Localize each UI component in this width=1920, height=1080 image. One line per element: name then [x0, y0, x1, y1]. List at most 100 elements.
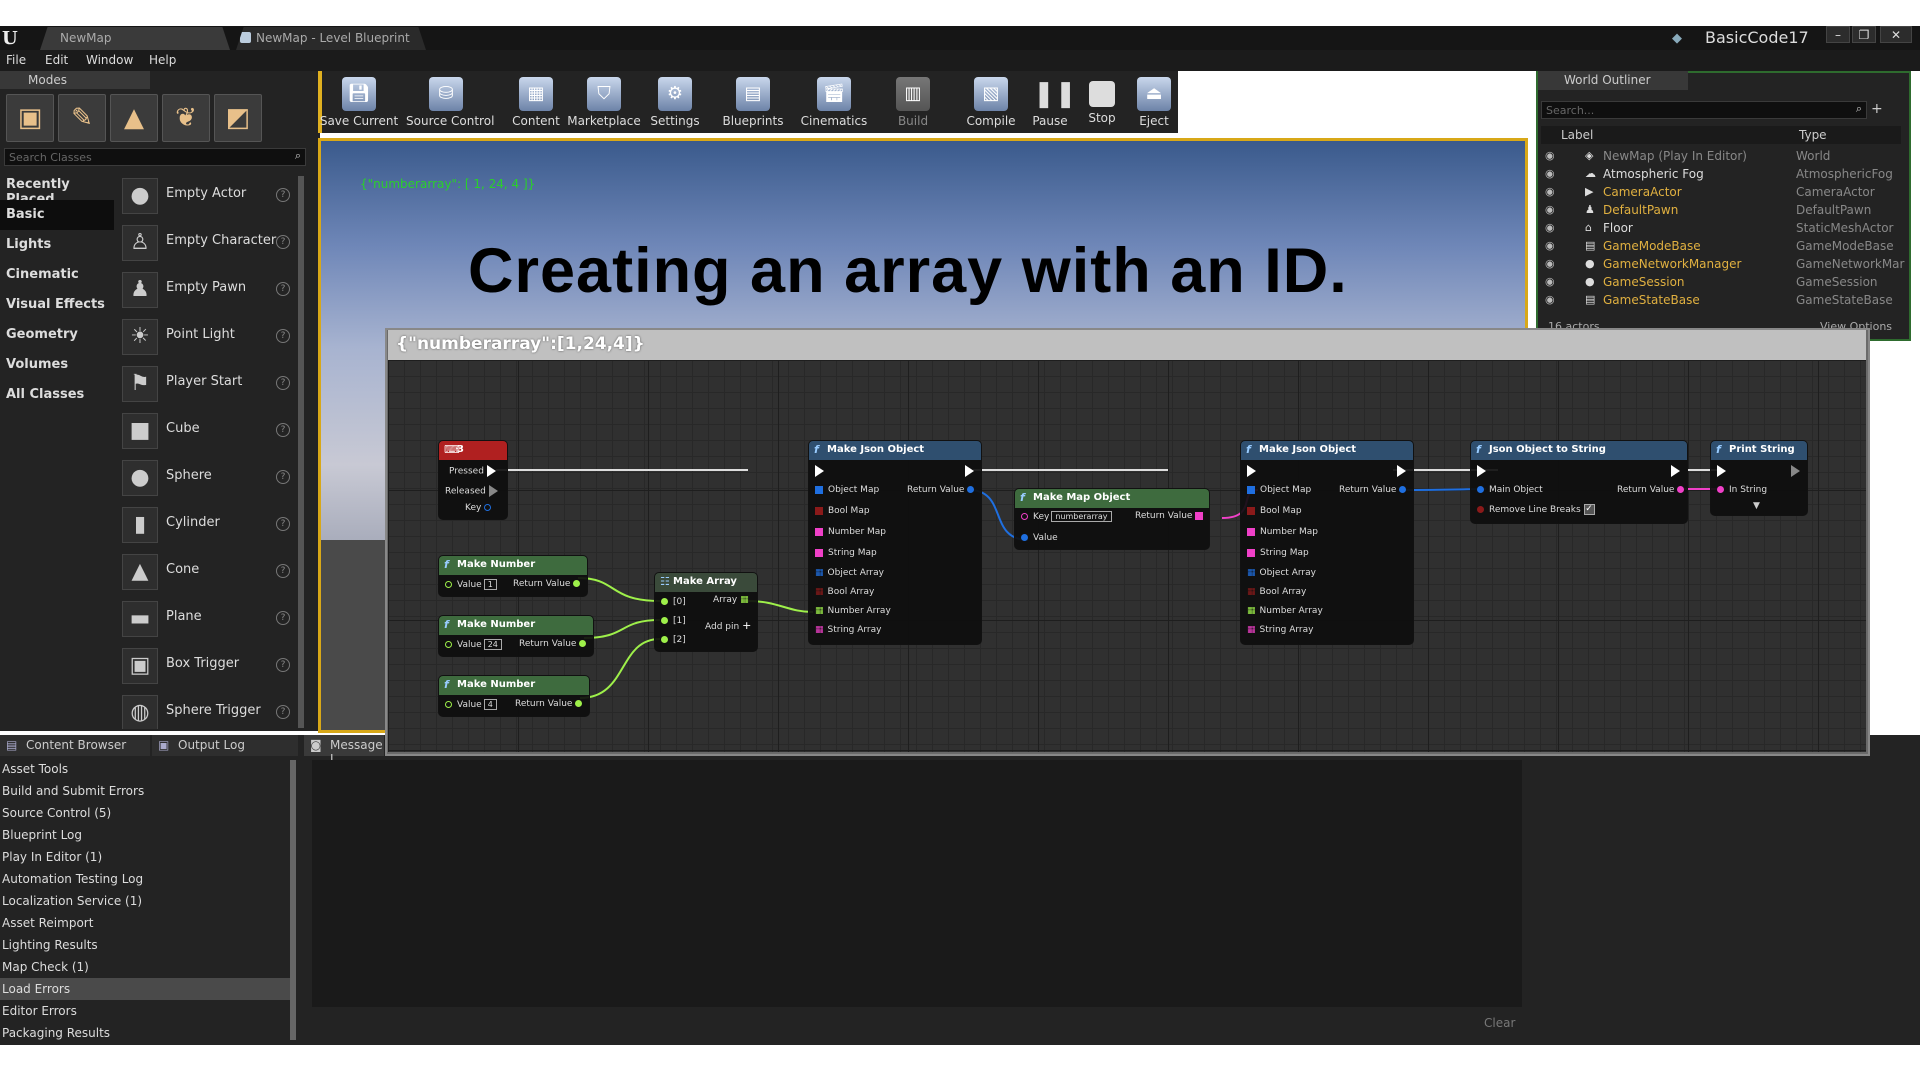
outliner-row[interactable]: ◉ ♟ DefaultPawn DefaultPawn: [1541, 202, 1893, 220]
pin-object-map[interactable]: Object Map: [1247, 485, 1311, 495]
pin-object-array[interactable]: ▦ Object Array: [1247, 568, 1316, 578]
pin-return-value[interactable]: Return Value: [907, 485, 979, 495]
pin-key[interactable]: Key: [465, 503, 496, 513]
outliner-row[interactable]: ◉ ▤ GameStateBase GameStateBase: [1541, 292, 1893, 310]
expand-arrow-icon[interactable]: ▼: [1753, 501, 1760, 511]
log-category[interactable]: Map Check (1): [0, 956, 290, 978]
tab-output-log[interactable]: ▣ Output Log: [152, 735, 298, 756]
source-control-icon[interactable]: ◆: [1672, 31, 1688, 46]
exec-out-pin[interactable]: [1791, 465, 1800, 477]
tab-content-browser[interactable]: ▤ Content Browser: [0, 735, 150, 756]
json-object-to-string-node[interactable]: f Json Object to String Main Object Remov…: [1470, 440, 1688, 524]
pin-return-value[interactable]: Return Value: [1617, 485, 1689, 495]
eye-icon[interactable]: ◉: [1545, 275, 1555, 288]
pin-return[interactable]: Return Value: [513, 579, 585, 589]
blueprint-graph[interactable]: ⌨ 3 Pressed Released Key f Make Number Val…: [388, 360, 1866, 752]
source-control-button[interactable]: ⛁ Source Control: [406, 74, 494, 132]
pin-number-map[interactable]: Number Map: [1247, 527, 1318, 537]
log-category[interactable]: Play In Editor (1): [0, 846, 290, 868]
geometry-mode-button[interactable]: ◩: [214, 94, 262, 142]
tab-message-log[interactable]: ◙ Message L: [304, 735, 384, 766]
pin-released[interactable]: Released: [445, 485, 498, 497]
place-item-empty-pawn[interactable]: ♟ Empty Pawn?: [122, 268, 296, 312]
log-category[interactable]: Build and Submit Errors: [0, 780, 290, 802]
log-scrollbar[interactable]: [290, 760, 296, 1040]
eye-icon[interactable]: ◉: [1545, 203, 1555, 216]
exec-out-pin[interactable]: [965, 465, 974, 477]
pin-main-object[interactable]: Main Object: [1477, 485, 1543, 495]
log-category[interactable]: Localization Service (1): [0, 890, 290, 912]
eye-icon[interactable]: ◉: [1545, 239, 1555, 252]
exec-in-pin[interactable]: [1717, 465, 1726, 477]
menu-edit[interactable]: Edit: [45, 53, 68, 67]
pin-index-1[interactable]: [1]: [661, 616, 686, 626]
place-item-box-trigger[interactable]: ▣ Box Trigger?: [122, 644, 296, 688]
print-string-node[interactable]: f Print String In String ▼: [1710, 440, 1808, 516]
log-category[interactable]: Lighting Results: [0, 934, 290, 956]
outliner-row[interactable]: ◉ ▶ CameraActor CameraActor: [1541, 184, 1893, 202]
minimize-button[interactable]: –: [1826, 26, 1850, 43]
paint-mode-button[interactable]: ✎: [58, 94, 106, 142]
modes-tab[interactable]: Modes: [0, 71, 150, 89]
log-category[interactable]: Blueprint Log: [0, 824, 290, 846]
category-all-classes[interactable]: All Classes: [0, 380, 114, 410]
help-icon[interactable]: ?: [276, 282, 290, 296]
log-category[interactable]: Editor Errors: [0, 1000, 290, 1022]
place-item-cube[interactable]: ■ Cube?: [122, 409, 296, 453]
value-field[interactable]: 1: [483, 579, 497, 590]
pin-index-0[interactable]: [0]: [661, 597, 686, 607]
cinematics-button[interactable]: 🎬︎ Cinematics: [794, 74, 874, 132]
add-filter-icon[interactable]: +: [1871, 101, 1883, 117]
pin-string-array[interactable]: ▦ String Array: [815, 625, 881, 635]
help-icon[interactable]: ?: [276, 423, 290, 437]
place-item-player-start[interactable]: ⚑ Player Start?: [122, 362, 296, 406]
exec-out-pin[interactable]: [1671, 465, 1680, 477]
log-category[interactable]: Asset Tools: [0, 758, 290, 780]
pin-number-map[interactable]: Number Map: [815, 527, 886, 537]
help-icon[interactable]: ?: [276, 658, 290, 672]
pin-string-array[interactable]: ▦ String Array: [1247, 625, 1313, 635]
pin-object-array[interactable]: ▦ Object Array: [815, 568, 884, 578]
category-lights[interactable]: Lights: [0, 230, 114, 260]
log-category[interactable]: Automation Testing Log: [0, 868, 290, 890]
help-icon[interactable]: ?: [276, 188, 290, 202]
eye-icon[interactable]: ◉: [1545, 149, 1555, 162]
value-field[interactable]: 4: [483, 699, 497, 710]
landscape-mode-button[interactable]: ▲: [110, 94, 158, 142]
menu-file[interactable]: File: [6, 53, 26, 67]
eye-icon[interactable]: ◉: [1545, 257, 1555, 270]
pin-return[interactable]: Return Value: [515, 699, 587, 709]
category-recently-placed[interactable]: Recently Placed: [0, 170, 114, 207]
outliner-row[interactable]: ◉ ☁ Atmospheric Fog AtmosphericFog: [1541, 166, 1893, 184]
save-current-button[interactable]: 💾︎ Save Current: [319, 74, 399, 132]
eye-icon[interactable]: ◉: [1545, 185, 1555, 198]
category-volumes[interactable]: Volumes: [0, 350, 114, 380]
help-icon[interactable]: ?: [276, 517, 290, 531]
value-field[interactable]: 24: [483, 639, 502, 650]
settings-button[interactable]: ⚙ Settings: [635, 74, 715, 132]
help-icon[interactable]: ?: [276, 611, 290, 625]
pin-pressed[interactable]: Pressed: [449, 465, 496, 477]
checkbox-checked[interactable]: ✓: [1583, 504, 1595, 515]
add-pin-button[interactable]: Add pin +: [705, 619, 751, 632]
help-icon[interactable]: ?: [276, 705, 290, 719]
pin-return-value[interactable]: Return Value: [1339, 485, 1411, 495]
clear-button[interactable]: Clear: [1484, 1016, 1515, 1030]
marketplace-button[interactable]: ⛉ Marketplace: [564, 74, 644, 132]
column-type[interactable]: Type: [1799, 128, 1827, 142]
eye-icon[interactable]: ◉: [1545, 221, 1555, 234]
log-category[interactable]: Packaging Results: [0, 1022, 290, 1044]
exec-in-pin[interactable]: [1247, 465, 1256, 477]
make-number-node[interactable]: f Make Number Value 4 Return Value: [438, 675, 590, 717]
close-button[interactable]: ✕: [1880, 26, 1912, 43]
log-category[interactable]: Source Control (5): [0, 802, 290, 824]
pin-string-map[interactable]: String Map: [1247, 548, 1309, 558]
place-item-plane[interactable]: ▬ Plane?: [122, 597, 296, 641]
outliner-search-input[interactable]: Search... ⌕: [1541, 101, 1867, 119]
place-item-point-light[interactable]: ☀ Point Light?: [122, 315, 296, 359]
blueprints-button[interactable]: ▤ Blueprints: [713, 74, 793, 132]
menu-help[interactable]: Help: [149, 53, 176, 67]
exec-in-pin[interactable]: [815, 465, 824, 477]
place-item-cone[interactable]: ▲ Cone?: [122, 550, 296, 594]
help-icon[interactable]: ?: [276, 329, 290, 343]
